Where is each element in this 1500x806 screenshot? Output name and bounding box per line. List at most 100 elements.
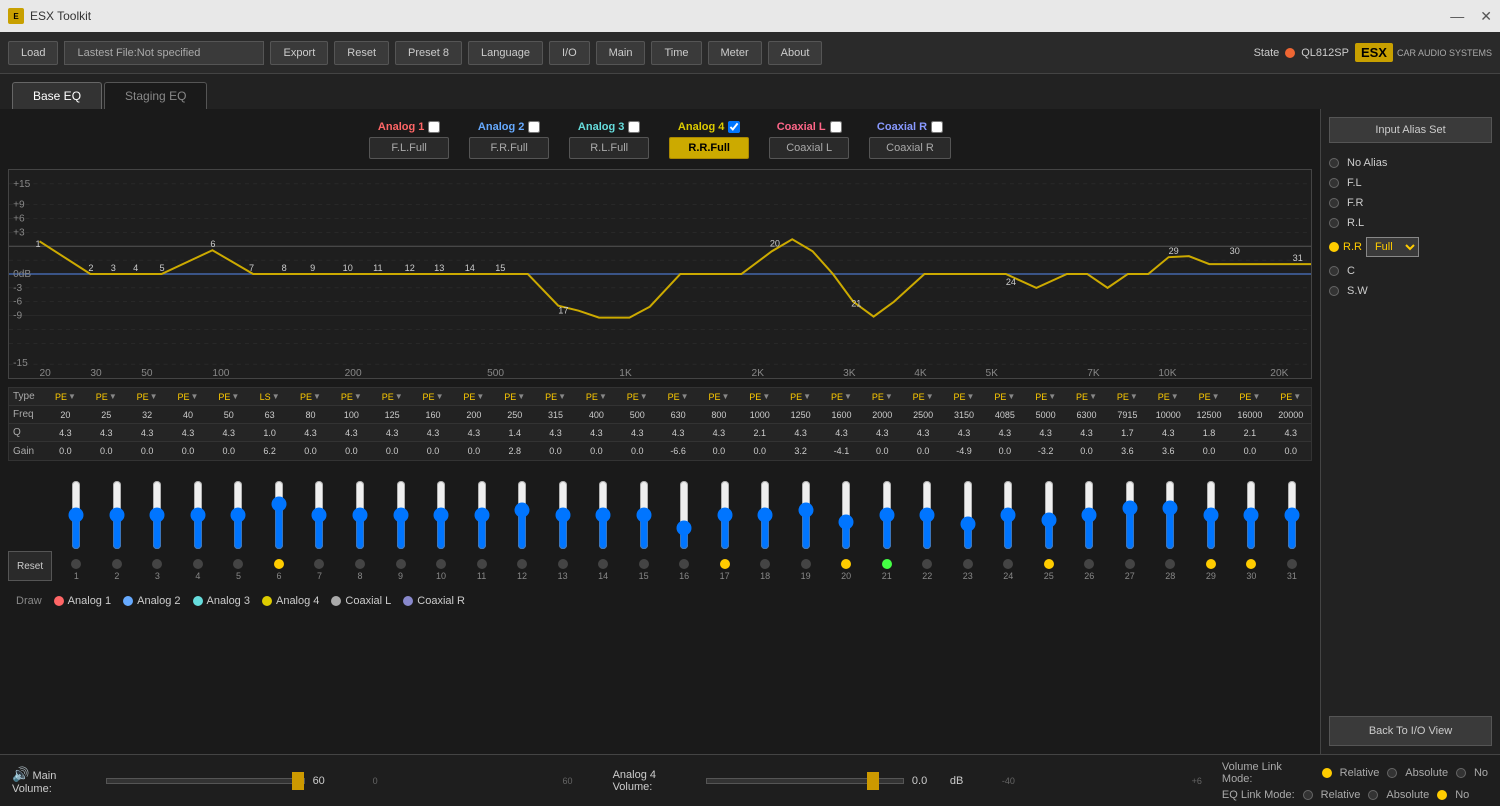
alias-sw[interactable]: S.W	[1329, 281, 1492, 301]
type-cell-6[interactable]: LS▼	[249, 392, 290, 402]
type-cell-15[interactable]: PE▼	[617, 392, 658, 402]
band-dot-3[interactable]	[152, 559, 162, 569]
band-dot-11[interactable]	[477, 559, 487, 569]
reset-button[interactable]: Reset	[334, 41, 389, 65]
slider-18[interactable]	[757, 480, 773, 550]
type-cell-13[interactable]: PE▼	[535, 392, 576, 402]
slider-26[interactable]	[1081, 480, 1097, 550]
io-button[interactable]: I/O	[549, 41, 590, 65]
band-dot-6[interactable]	[274, 559, 284, 569]
type-cell-17[interactable]: PE▼	[699, 392, 740, 402]
type-cell-18[interactable]: PE▼	[739, 392, 780, 402]
language-button[interactable]: Language	[468, 41, 543, 65]
band-dot-30[interactable]	[1246, 559, 1256, 569]
type-cell-22[interactable]: PE▼	[903, 392, 944, 402]
analog4-checkbox[interactable]	[728, 121, 740, 133]
slider-9[interactable]	[393, 480, 409, 550]
type-cell-29[interactable]: PE▼	[1189, 392, 1230, 402]
type-cell-16[interactable]: PE▼	[658, 392, 699, 402]
slider-27[interactable]	[1122, 480, 1138, 550]
draw-analog3[interactable]: Analog 3	[193, 595, 250, 607]
band-dot-27[interactable]	[1125, 559, 1135, 569]
alias-no-alias[interactable]: No Alias	[1329, 153, 1492, 173]
slider-29[interactable]	[1203, 480, 1219, 550]
draw-analog2[interactable]: Analog 2	[123, 595, 180, 607]
alias-fl-radio[interactable]	[1329, 178, 1339, 188]
type-cell-14[interactable]: PE▼	[576, 392, 617, 402]
slider-14[interactable]	[595, 480, 611, 550]
type-cell-27[interactable]: PE▼	[1107, 392, 1148, 402]
band-dot-15[interactable]	[639, 559, 649, 569]
time-button[interactable]: Time	[651, 41, 701, 65]
slider-11[interactable]	[474, 480, 490, 550]
band-dot-28[interactable]	[1165, 559, 1175, 569]
band-dot-29[interactable]	[1206, 559, 1216, 569]
band-dot-31[interactable]	[1287, 559, 1297, 569]
back-to-io-button[interactable]: Back To I/O View	[1329, 716, 1492, 746]
volume-link-no-radio[interactable]	[1456, 768, 1466, 778]
slider-20[interactable]	[838, 480, 854, 550]
coaxr-checkbox[interactable]	[931, 121, 943, 133]
slider-31[interactable]	[1284, 480, 1300, 550]
alias-rl-radio[interactable]	[1329, 218, 1339, 228]
band-dot-23[interactable]	[963, 559, 973, 569]
eq-link-absolute-radio[interactable]	[1368, 790, 1378, 800]
band-dot-13[interactable]	[558, 559, 568, 569]
main-button[interactable]: Main	[596, 41, 646, 65]
band-dot-25[interactable]	[1044, 559, 1054, 569]
type-cell-10[interactable]: PE▼	[413, 392, 454, 402]
slider-1[interactable]	[68, 480, 84, 550]
volume-link-absolute-radio[interactable]	[1387, 768, 1397, 778]
coaxl-checkbox[interactable]	[830, 121, 842, 133]
slider-12[interactable]	[514, 480, 530, 550]
eq-link-relative-radio[interactable]	[1303, 790, 1313, 800]
band-dot-2[interactable]	[112, 559, 122, 569]
load-button[interactable]: Load	[8, 41, 58, 65]
type-cell-7[interactable]: PE▼	[290, 392, 331, 402]
band-dot-8[interactable]	[355, 559, 365, 569]
band-dot-4[interactable]	[193, 559, 203, 569]
tab-base-eq[interactable]: Base EQ	[12, 82, 102, 109]
slider-16[interactable]	[676, 480, 692, 550]
type-cell-30[interactable]: PE▼	[1229, 392, 1270, 402]
type-cell-2[interactable]: PE▼	[86, 392, 127, 402]
preset8-button[interactable]: Preset 8	[395, 41, 462, 65]
meter-button[interactable]: Meter	[708, 41, 762, 65]
analog4-volume-slider[interactable]	[706, 778, 904, 784]
type-cell-25[interactable]: PE▼	[1025, 392, 1066, 402]
alias-fr[interactable]: F.R	[1329, 193, 1492, 213]
band-dot-24[interactable]	[1003, 559, 1013, 569]
type-cell-20[interactable]: PE▼	[821, 392, 862, 402]
slider-5[interactable]	[230, 480, 246, 550]
type-cell-4[interactable]: PE▼	[168, 392, 209, 402]
analog2-button[interactable]: F.R.Full	[469, 137, 549, 159]
band-dot-17[interactable]	[720, 559, 730, 569]
minimize-button[interactable]: —	[1450, 8, 1464, 25]
type-cell-1[interactable]: PE▼	[45, 392, 86, 402]
alias-rr[interactable]: R.R Full Low High	[1329, 233, 1492, 261]
band-dot-10[interactable]	[436, 559, 446, 569]
analog3-button[interactable]: R.L.Full	[569, 137, 649, 159]
slider-25[interactable]	[1041, 480, 1057, 550]
slider-2[interactable]	[109, 480, 125, 550]
band-dot-21[interactable]	[882, 559, 892, 569]
slider-19[interactable]	[798, 480, 814, 550]
alias-c-radio[interactable]	[1329, 266, 1339, 276]
slider-24[interactable]	[1000, 480, 1016, 550]
type-cell-11[interactable]: PE▼	[453, 392, 494, 402]
coaxr-button[interactable]: Coaxial R	[869, 137, 951, 159]
draw-analog1[interactable]: Analog 1	[54, 595, 111, 607]
band-dot-9[interactable]	[396, 559, 406, 569]
slider-22[interactable]	[919, 480, 935, 550]
alias-no-alias-radio[interactable]	[1329, 158, 1339, 168]
band-dot-22[interactable]	[922, 559, 932, 569]
alias-fr-radio[interactable]	[1329, 198, 1339, 208]
alias-rr-radio[interactable]	[1329, 242, 1339, 252]
main-volume-slider[interactable]	[106, 778, 304, 784]
slider-13[interactable]	[555, 480, 571, 550]
analog4-button[interactable]: R.R.Full	[669, 137, 749, 159]
slider-23[interactable]	[960, 480, 976, 550]
alias-rl[interactable]: R.L	[1329, 213, 1492, 233]
slider-21[interactable]	[879, 480, 895, 550]
analog1-button[interactable]: F.L.Full	[369, 137, 449, 159]
